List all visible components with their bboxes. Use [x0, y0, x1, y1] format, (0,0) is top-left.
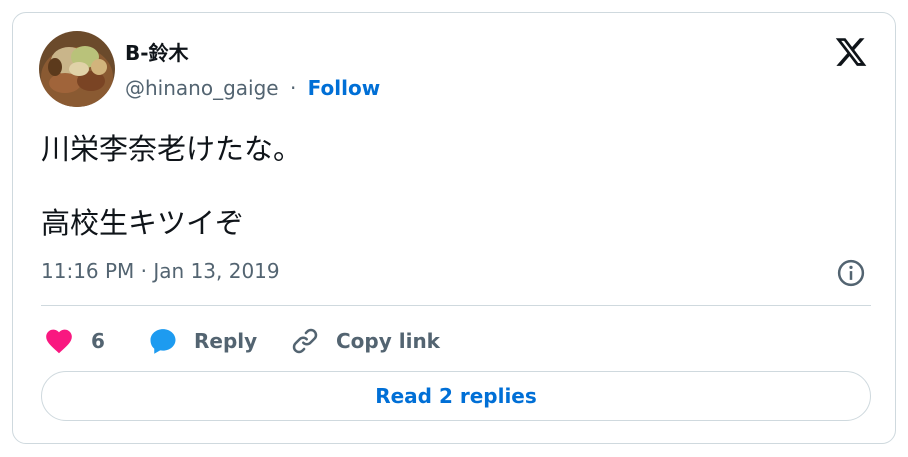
tweet-timestamp[interactable]: 11:16 PM · Jan 13, 2019 [41, 258, 280, 284]
tweet-text-line-1: 川栄李奈老けたな。 [41, 132, 303, 166]
avatar[interactable] [39, 31, 115, 107]
handle-row: @hinano_gaige · Follow [125, 75, 380, 101]
like-count: 6 [91, 329, 105, 353]
copy-link-label: Copy link [336, 329, 440, 353]
copy-link-button[interactable]: Copy link [290, 323, 440, 359]
follow-button[interactable]: Follow [308, 76, 381, 100]
handle-separator: · [289, 76, 297, 100]
link-icon [292, 328, 318, 354]
tweet-card: B-鈴木 @hinano_gaige · Follow 川栄李奈老けたな。 高校… [12, 12, 896, 444]
reply-button[interactable]: Reply [148, 323, 257, 359]
read-replies-button[interactable]: Read 2 replies [41, 371, 871, 421]
divider [41, 305, 871, 306]
reply-label: Reply [194, 329, 258, 353]
speech-bubble-icon [150, 329, 176, 354]
read-replies-label: Read 2 replies [375, 384, 537, 408]
display-name[interactable]: B-鈴木 [125, 41, 189, 65]
x-logo-icon[interactable] [833, 35, 869, 69]
avatar-image [39, 31, 115, 107]
info-icon[interactable] [836, 258, 866, 288]
like-button[interactable]: 6 [45, 323, 105, 359]
heart-icon [46, 329, 72, 354]
handle[interactable]: @hinano_gaige [125, 76, 279, 100]
tweet-text-line-2: 高校生キツイぞ [41, 206, 245, 240]
